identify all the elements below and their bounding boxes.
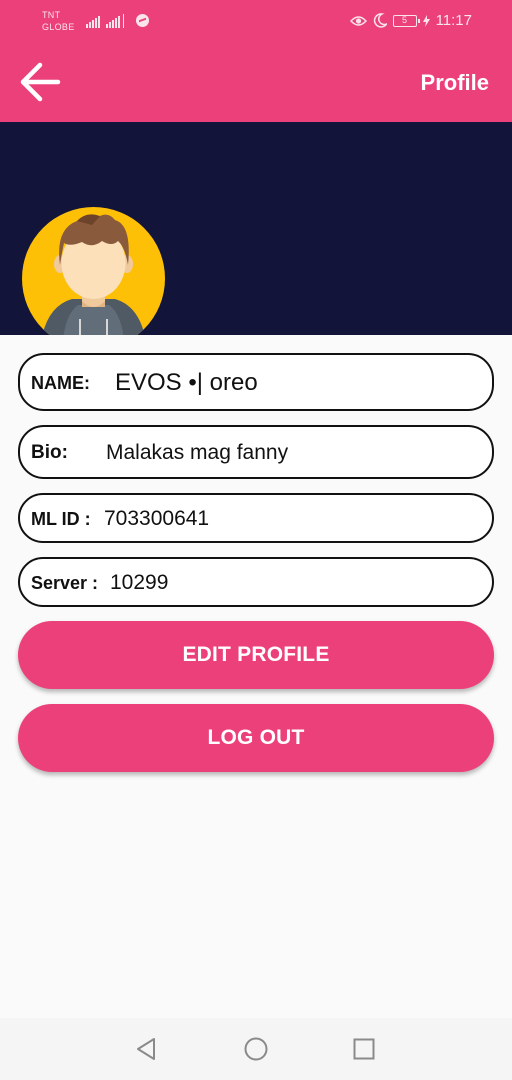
battery-icon: 5	[392, 14, 420, 27]
back-button[interactable]	[18, 60, 62, 104]
moon-icon	[373, 13, 387, 28]
nav-back-button[interactable]	[134, 1036, 160, 1062]
app-bar: Profile	[0, 42, 512, 122]
status-right-group: 5 11:17	[349, 12, 472, 29]
name-label: NAME:	[31, 373, 90, 393]
nav-recents-button[interactable]	[351, 1036, 377, 1062]
carrier-label: TNT GLOBE	[42, 9, 75, 33]
system-nav-bar	[0, 1018, 512, 1080]
user-avatar-icon	[42, 214, 145, 335]
bio-label: Bio:	[31, 442, 68, 463]
nav-home-button[interactable]	[243, 1036, 269, 1062]
carrier-line-1: TNT	[42, 10, 61, 20]
charging-icon	[422, 14, 430, 27]
back-triangle-icon	[137, 1038, 155, 1060]
server-value[interactable]: 10299	[110, 571, 168, 595]
messenger-icon	[136, 14, 149, 27]
log-out-button[interactable]: LOG OUT	[18, 704, 494, 772]
avatar[interactable]	[22, 207, 165, 335]
name-field[interactable]: NAME: EVOS •| oreo	[18, 353, 494, 411]
bio-value[interactable]: Malakas mag fanny	[106, 441, 288, 465]
server-label: Server :	[31, 573, 99, 593]
home-circle-icon	[244, 1037, 268, 1061]
recents-square-icon	[353, 1038, 375, 1060]
name-value[interactable]: EVOS •| oreo	[115, 369, 258, 397]
ml-id-field[interactable]: ML ID : 703300641	[18, 493, 494, 543]
signal-4g-icon	[106, 14, 124, 28]
ml-id-label: ML ID :	[31, 509, 91, 529]
status-time: 11:17	[435, 12, 472, 29]
profile-header-banner	[0, 122, 512, 335]
ml-id-value[interactable]: 703300641	[104, 507, 209, 531]
edit-profile-button[interactable]: EDIT PROFILE	[18, 621, 494, 689]
bio-field[interactable]: Bio: Malakas mag fanny	[18, 425, 494, 479]
status-bar: TNT GLOBE 5 11:17	[0, 0, 512, 42]
signal-icon	[86, 14, 100, 28]
page-title: Profile	[420, 70, 489, 95]
arrow-left-icon	[20, 62, 61, 102]
server-field[interactable]: Server : 10299	[18, 557, 494, 607]
eye-icon	[349, 15, 367, 26]
carrier-line-2: GLOBE	[42, 22, 75, 32]
